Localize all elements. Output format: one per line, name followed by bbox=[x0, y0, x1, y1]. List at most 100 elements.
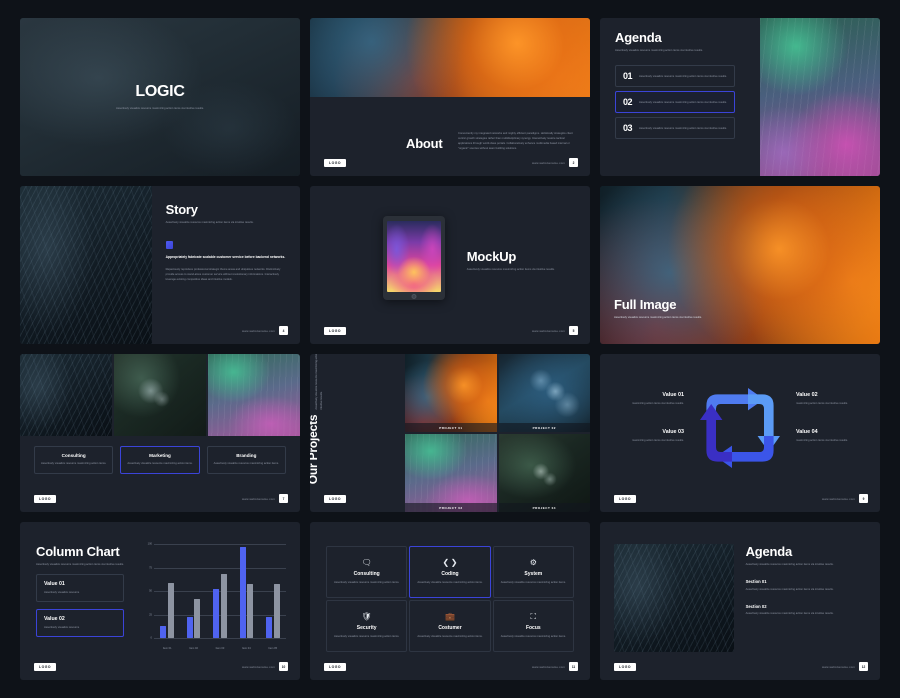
agenda-text: Assertively visualize resource maximizin… bbox=[639, 100, 727, 104]
card-text: Assertively visualize resource maximizin… bbox=[213, 461, 279, 465]
code-icon: ❮ ❯ bbox=[442, 557, 458, 567]
x-axis-label: Item 04 bbox=[242, 647, 251, 650]
projects-grid: PROJECT 01 PROJECT 02 PROJECT 03 PROJECT… bbox=[405, 354, 590, 512]
mockup-content: MockUp Assertively visualize resource ma… bbox=[467, 249, 576, 272]
slide-mockup[interactable]: MockUp Assertively visualize resource ma… bbox=[310, 186, 590, 344]
service-card-marketing[interactable]: Marketing Assertively visualize resource… bbox=[120, 445, 200, 474]
agenda-section-01: Section 01 Assertively visualize resourc… bbox=[746, 579, 866, 592]
page-title: Our Projects bbox=[310, 414, 320, 484]
value-block-01: Value 01 maximizing action items via int… bbox=[614, 392, 684, 406]
page-number: 7 bbox=[279, 494, 288, 503]
y-axis-tick: 0 bbox=[150, 636, 152, 640]
slide-icons[interactable]: 🗨 Consulting Assertively visualize resou… bbox=[310, 522, 590, 680]
page-title: About bbox=[406, 136, 443, 151]
project-tile-01[interactable]: PROJECT 01 bbox=[405, 354, 497, 432]
tablet-mockup bbox=[382, 216, 445, 301]
value-text: maximizing action items via intuitive re… bbox=[796, 402, 848, 405]
value-block-04: Value 04 maximizing action items via int… bbox=[796, 429, 866, 443]
page-title: Full Image bbox=[614, 296, 677, 312]
page-number: 11 bbox=[569, 662, 578, 671]
bar bbox=[247, 584, 254, 638]
service-card-branding[interactable]: Branding Assertively visualize resource … bbox=[206, 445, 286, 474]
card-text: Assertively visualize resource maximizin… bbox=[127, 461, 193, 465]
slide-footer: www.websitename.com 2 bbox=[532, 158, 578, 167]
slide-footer: www.websitename.com 12 bbox=[822, 662, 868, 671]
full-image-content: Full Image Assertively visualize resourc… bbox=[614, 297, 734, 320]
value-title: Value 03 bbox=[662, 429, 684, 435]
logo-badge: LOGO bbox=[34, 663, 56, 671]
page-title: Agenda bbox=[745, 544, 793, 559]
bar-chart: 100 75 50 25 0 Item 01 Item 02 Item 03 Item 04 I… bbox=[140, 543, 286, 650]
x-axis-label: Item 02 bbox=[189, 647, 198, 650]
page-subtitle: Assertively visualize resource maximizin… bbox=[36, 563, 124, 566]
website-url: www.websitename.com bbox=[821, 496, 855, 501]
y-axis-tick: 50 bbox=[149, 589, 152, 593]
slide-story[interactable]: Story Assertively visualize resource max… bbox=[20, 186, 300, 344]
agenda-item-01[interactable]: 01 Assertively visualize resource maximi… bbox=[615, 65, 735, 88]
slide-cycle[interactable]: Value 01 maximizing action items via int… bbox=[600, 354, 880, 512]
slide-agenda-sections[interactable]: Agenda Assertively visualize resource ma… bbox=[600, 522, 880, 680]
icon-cell-system[interactable]: ⚙ System Assertively visualize resource … bbox=[492, 546, 574, 598]
website-url: www.websitename.com bbox=[531, 160, 565, 165]
project-label: PROJECT 04 bbox=[498, 503, 590, 512]
logo-badge: LOGO bbox=[614, 495, 636, 503]
project-tile-03[interactable]: PROJECT 03 bbox=[405, 434, 497, 512]
background-photo-leaf bbox=[614, 544, 735, 652]
slide-projects[interactable]: Our Projects Assertively visualize resou… bbox=[310, 354, 590, 512]
icon-cell-security[interactable]: 🛡 Security Assertively visualize resourc… bbox=[326, 600, 408, 652]
slide-agenda[interactable]: Agenda Assertively visualize resource ma… bbox=[600, 18, 880, 176]
background-photo-bubbles bbox=[310, 18, 590, 97]
about-body-text: Conveniently my integrated networks and … bbox=[458, 132, 573, 151]
gridline: 0 bbox=[150, 636, 286, 640]
card-text: Assertively visualize resource maximizin… bbox=[41, 461, 107, 465]
x-axis-label: Item 05 bbox=[268, 647, 278, 650]
card-title: Marketing bbox=[149, 452, 171, 458]
page-subtitle: Assertively visualize resource maximizin… bbox=[165, 221, 254, 224]
logo-badge: LOGO bbox=[324, 327, 346, 335]
page-subtitle: Assertively visualize resource maximizin… bbox=[745, 563, 834, 566]
chart-value-box-01[interactable]: Value 01 Assertively visualize resource bbox=[36, 574, 124, 603]
icon-text: Assertively visualize resource maximizin… bbox=[417, 580, 483, 584]
service-photo-3 bbox=[208, 354, 300, 437]
project-tile-02[interactable]: PROJECT 02 bbox=[498, 354, 590, 432]
slide-column-chart[interactable]: Column Chart Assertively visualize resou… bbox=[20, 522, 300, 680]
agenda-text: Assertively visualize resource maximizin… bbox=[639, 74, 727, 78]
icon-cell-focus[interactable]: ⛶ Focus Assertively visualize resource m… bbox=[492, 600, 574, 652]
page-number: 4 bbox=[279, 326, 288, 335]
slide-title[interactable]: LOGIC Assertively visualize resource max… bbox=[20, 18, 300, 176]
chart-bars bbox=[154, 544, 286, 638]
background-photo-aurora bbox=[759, 18, 880, 176]
slide-footer: www.websitename.com 5 bbox=[532, 326, 578, 335]
slide-about[interactable]: About Conveniently my integrated network… bbox=[310, 18, 590, 176]
x-axis-label: Item 01 bbox=[162, 647, 172, 650]
bar-group bbox=[160, 544, 174, 638]
story-body-text: Rapaciously reproduce professional strat… bbox=[165, 268, 281, 282]
value-text: maximizing action items via intuitive re… bbox=[632, 402, 684, 405]
service-card-consulting[interactable]: Consulting Assertively visualize resourc… bbox=[34, 445, 114, 474]
slide-services[interactable]: Consulting Assertively visualize resourc… bbox=[20, 354, 300, 512]
agenda-item-02[interactable]: 02 Assertively visualize resource maximi… bbox=[615, 91, 735, 114]
page-subtitle: Assertively visualize resource maximizin… bbox=[116, 106, 204, 110]
shield-icon: 🛡 bbox=[361, 611, 372, 621]
bar bbox=[239, 546, 246, 638]
project-tile-04[interactable]: PROJECT 04 bbox=[498, 434, 590, 512]
website-url: www.websitename.com bbox=[241, 496, 275, 501]
chart-value-box-02[interactable]: Value 02 Assertively visualize resource bbox=[36, 609, 124, 638]
agenda-item-03[interactable]: 03 Assertively visualize resource maximi… bbox=[615, 117, 735, 140]
value-text: maximizing action items via intuitive re… bbox=[796, 439, 848, 442]
icon-title: Coding bbox=[441, 570, 459, 577]
agenda-number: 01 bbox=[623, 71, 633, 82]
tablet-home-button bbox=[411, 293, 417, 299]
slide-footer: www.websitename.com 9 bbox=[822, 494, 868, 503]
agenda-text: Assertively visualize resource maximizin… bbox=[639, 126, 727, 130]
icon-text: Assertively visualize resource maximizin… bbox=[334, 634, 400, 638]
chat-icon: 🗨 bbox=[361, 557, 372, 567]
y-axis-tick: 25 bbox=[149, 613, 152, 616]
projects-vertical-title: Our Projects Assertively visualize resou… bbox=[310, 354, 324, 484]
icon-cell-coding[interactable]: ❮ ❯ Coding Assertively visualize resourc… bbox=[409, 546, 491, 598]
slide-full-image[interactable]: Full Image Assertively visualize resourc… bbox=[600, 186, 880, 344]
icon-cell-costumer[interactable]: 💼 Costumer Assertively visualize resourc… bbox=[409, 600, 491, 652]
bar bbox=[194, 598, 201, 638]
bar bbox=[273, 584, 280, 638]
icon-cell-consulting[interactable]: 🗨 Consulting Assertively visualize resou… bbox=[326, 546, 408, 598]
